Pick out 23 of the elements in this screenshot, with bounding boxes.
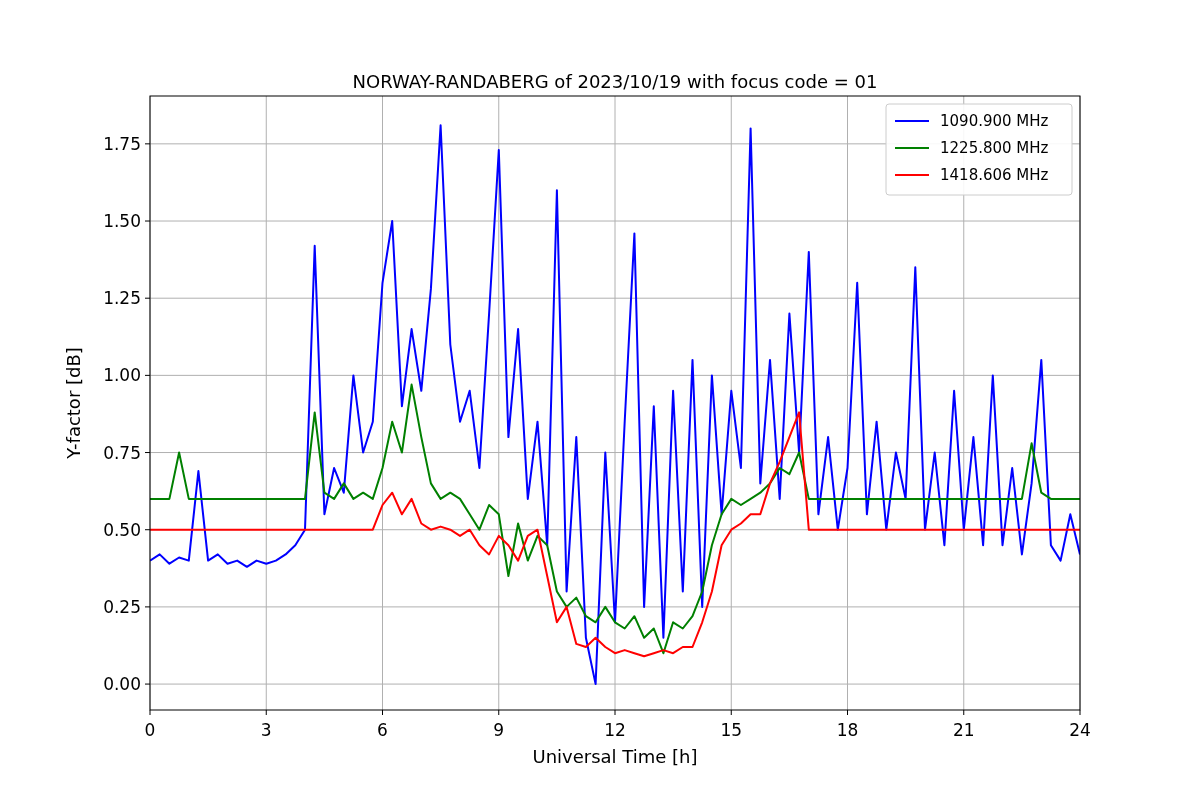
tick-label: 0.00 [103, 674, 141, 695]
tick-label: 15 [720, 720, 743, 740]
tick-label: 1.75 [103, 133, 141, 154]
tick-label: 3 [260, 720, 272, 740]
tick-label: 6 [377, 720, 388, 740]
axis-title: Y-factor [dB] [63, 347, 84, 459]
legend-label: 1225.800 MHz [940, 139, 1049, 157]
legend-label: 1418.606 MHz [940, 166, 1049, 184]
tick-label: 21 [952, 720, 975, 740]
tick-label: 0.75 [103, 442, 141, 463]
chart-title: NORWAY-RANDABERG of 2023/10/19 with focus code = 01 [352, 71, 878, 92]
tick-label: 0.25 [103, 596, 141, 617]
tick-label: 12 [604, 720, 626, 740]
tick-label: 0 [144, 720, 156, 740]
tick-label: 18 [836, 720, 859, 740]
tick-label: 24 [1069, 720, 1091, 740]
tick-label: 1.50 [103, 211, 141, 231]
tick-label: 1.25 [103, 288, 141, 309]
legend-label: 1090.900 MHz [940, 112, 1049, 130]
tick-label: 9 [493, 720, 505, 740]
tick-label: 1.00 [103, 365, 141, 386]
axis-title: Universal Time [h] [532, 746, 698, 767]
tick-label: 0.50 [103, 519, 141, 540]
